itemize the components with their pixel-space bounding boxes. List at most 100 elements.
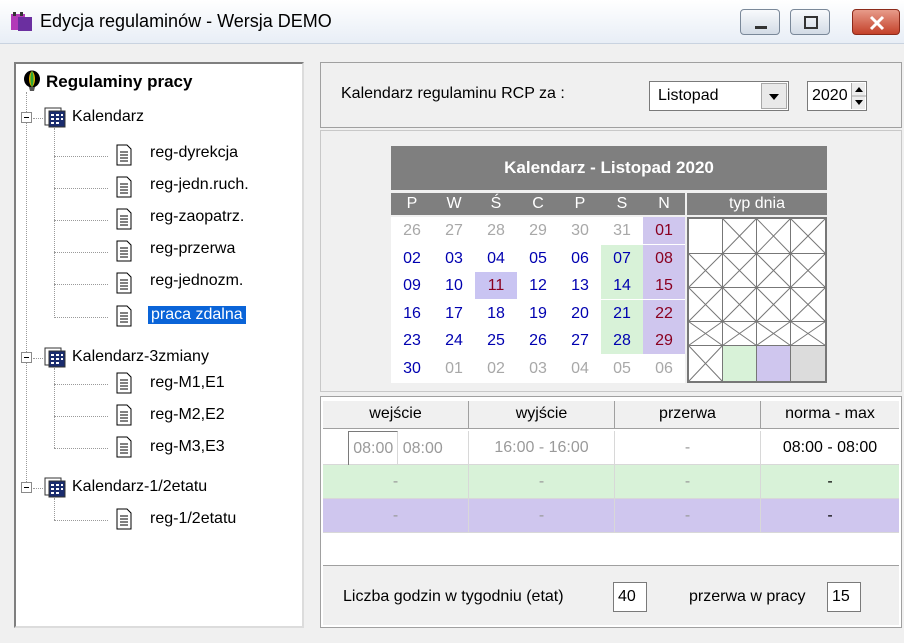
calendar-day[interactable]: 27 (433, 217, 475, 244)
calendar-day[interactable]: 28 (601, 327, 643, 355)
minimize-button[interactable] (740, 9, 780, 35)
calendar-day[interactable]: 01 (643, 217, 685, 244)
calendar-day[interactable]: 26 (517, 327, 559, 354)
norma-cell[interactable]: - (761, 465, 899, 498)
tree-item-reg-zaopatrz[interactable]: reg-zaopatrz. (150, 208, 244, 226)
entry-cell[interactable]: - (323, 465, 469, 498)
tree-item-reg-1-2etatu[interactable]: reg-1/2etatu (150, 510, 236, 528)
exit-cell[interactable]: - (469, 499, 615, 532)
calendar-day[interactable]: 27 (559, 327, 601, 354)
calendar-day[interactable]: 17 (433, 300, 475, 327)
document-icon (116, 208, 132, 230)
break-label: przerwa w pracy (689, 588, 806, 605)
calendar-day[interactable]: 08 (643, 244, 685, 272)
tree-group-kalendarz-1-2etatu[interactable]: Kalendarz-1/2etatu (72, 478, 207, 496)
year-spinner[interactable]: 2020 (807, 81, 867, 111)
norma-cell[interactable]: 08:00 - 08:00 (761, 431, 899, 464)
collapse-toggle-kalendarz[interactable] (21, 112, 32, 123)
dropdown-arrow-button[interactable] (761, 83, 787, 109)
calendar-day[interactable]: 03 (433, 245, 475, 272)
calendar-day[interactable]: 05 (517, 245, 559, 272)
calendar-day[interactable]: 31 (601, 217, 643, 244)
break-cell[interactable]: - (615, 431, 761, 464)
break-cell[interactable]: - (615, 465, 761, 498)
calendar-day[interactable]: 30 (391, 355, 433, 382)
calendar-day[interactable]: 20 (559, 300, 601, 327)
calendar-day[interactable]: 16 (391, 300, 433, 327)
calendar-day[interactable]: 05 (601, 355, 643, 382)
calendar-day[interactable]: 04 (559, 355, 601, 382)
tree-item-reg-m1-e1[interactable]: reg-M1,E1 (150, 374, 225, 392)
month-select[interactable]: Listopad (649, 81, 789, 111)
document-icon (116, 240, 132, 262)
tree-item-praca-zdalna[interactable]: praca zdalna (147, 305, 247, 325)
calendar-day[interactable]: 11 (475, 272, 517, 300)
tree-item-reg-m3-e3[interactable]: reg-M3,E3 (150, 438, 225, 456)
entry-from-input[interactable]: 08:00 (348, 431, 399, 467)
norma-cell[interactable]: - (761, 499, 899, 532)
calendar-day[interactable]: 02 (475, 355, 517, 382)
calendar-day[interactable]: 15 (643, 272, 685, 300)
tree-group-kalendarz-3zmiany[interactable]: Kalendarz-3zmiany (72, 348, 209, 366)
tree-group-kalendarz[interactable]: Kalendarz (72, 108, 144, 126)
calendar-day[interactable]: 14 (601, 272, 643, 300)
tree-item-reg-m2-e2[interactable]: reg-M2,E2 (150, 406, 225, 424)
day-type-header: typ dnia (687, 193, 827, 215)
calendar-day[interactable]: 13 (559, 272, 601, 299)
document-icon (116, 272, 132, 294)
document-icon (116, 508, 132, 530)
calendar-day[interactable]: 06 (559, 245, 601, 272)
calendar-day[interactable]: 28 (475, 217, 517, 244)
calendar-day[interactable]: 19 (517, 300, 559, 327)
collapse-toggle-kalendarz-3zmiany[interactable] (21, 352, 32, 363)
calendar-day[interactable]: 24 (433, 327, 475, 354)
document-icon (116, 372, 132, 394)
calendar-day[interactable]: 12 (517, 272, 559, 299)
calendar-day[interactable]: 30 (559, 217, 601, 244)
calendar-day[interactable]: 06 (643, 355, 685, 382)
calendar-day[interactable]: 10 (433, 272, 475, 299)
regulations-tree[interactable]: Regulaminy pracy Kalendarz reg-dyrekcja … (14, 62, 304, 628)
calendar-day[interactable]: 22 (643, 299, 685, 327)
calendar-day[interactable]: 23 (391, 327, 433, 354)
calendar-group-icon (44, 347, 66, 368)
break-cell[interactable]: - (615, 499, 761, 532)
calendar-day[interactable]: 04 (475, 245, 517, 272)
day-header: C (532, 195, 544, 212)
exit-cell[interactable]: - (469, 465, 615, 498)
collapse-toggle-kalendarz-1-2etatu[interactable] (21, 482, 32, 493)
maximize-button[interactable] (790, 9, 830, 35)
calendar-day[interactable]: 26 (391, 217, 433, 244)
calendar-day[interactable]: 25 (475, 327, 517, 354)
tree-item-reg-jedn-ruch[interactable]: reg-jedn.ruch. (150, 176, 249, 194)
day-header: Ś (490, 195, 502, 212)
close-icon (869, 15, 885, 31)
day-type-grid[interactable] (687, 217, 827, 383)
entry-cell[interactable]: 08:00 08:00 (323, 431, 469, 467)
break-input[interactable]: 15 (827, 582, 861, 612)
tree-item-reg-przerwa[interactable]: reg-przerwa (150, 240, 235, 258)
balloon-icon (24, 70, 40, 91)
col-header-wejscie: wejście (323, 401, 469, 428)
period-selector-panel: Kalendarz regulaminu RCP za : Listopad 2… (320, 62, 902, 128)
tree-item-reg-dyrekcja[interactable]: reg-dyrekcja (150, 144, 238, 162)
col-header-wyjscie: wyjście (469, 401, 615, 428)
weekly-hours-input[interactable]: 40 (613, 582, 647, 612)
entry-to-value: 08:00 (402, 440, 443, 457)
exit-cell[interactable]: 16:00 - 16:00 (469, 431, 615, 464)
calendar-day[interactable]: 18 (475, 300, 517, 327)
calendar-day[interactable]: 29 (517, 217, 559, 244)
calendar-day[interactable]: 09 (391, 272, 433, 299)
calendar-day[interactable]: 29 (643, 327, 685, 355)
calendar-day[interactable]: 07 (601, 244, 643, 272)
calendar-day[interactable]: 02 (391, 245, 433, 272)
close-button[interactable] (852, 9, 900, 35)
title-bar: Edycja regulaminów - Wersja DEMO (0, 0, 904, 44)
spin-buttons[interactable] (851, 83, 866, 109)
tree-item-reg-jednozm[interactable]: reg-jednozm. (150, 272, 243, 290)
calendar-day[interactable]: 03 (517, 355, 559, 382)
entry-cell[interactable]: - (323, 499, 469, 532)
tree-root[interactable]: Regulaminy pracy (46, 72, 192, 92)
calendar-day[interactable]: 01 (433, 355, 475, 382)
calendar-day[interactable]: 21 (601, 299, 643, 327)
